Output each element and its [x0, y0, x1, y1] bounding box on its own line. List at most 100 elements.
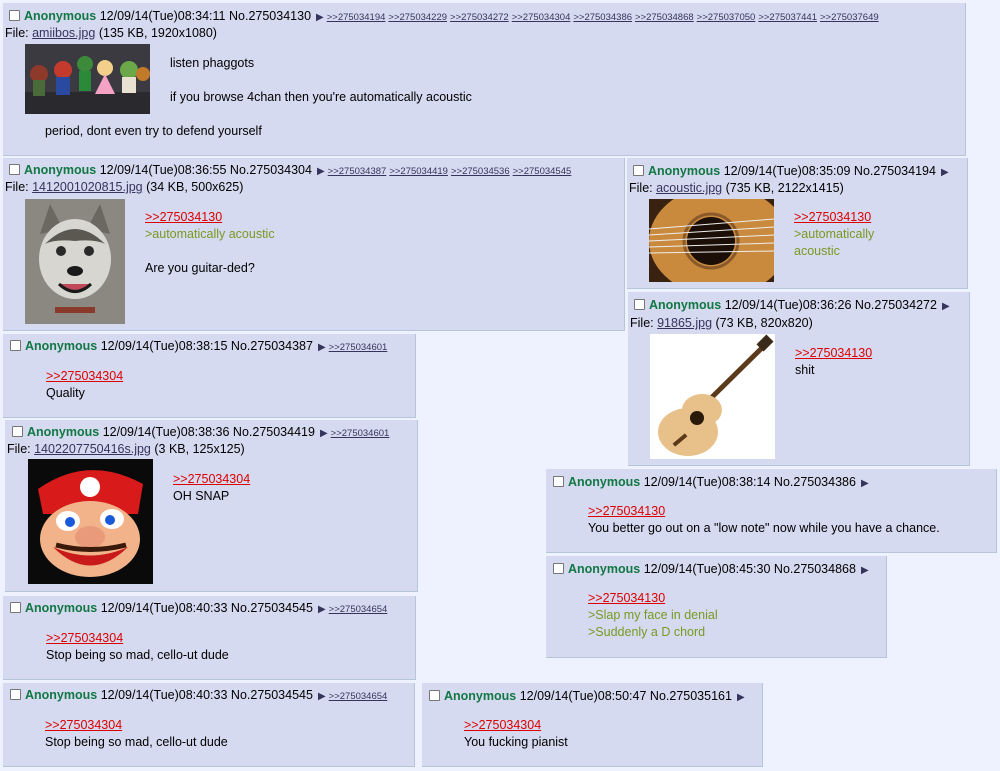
- post-datetime: 12/09/14(Tue)08:50:47: [519, 689, 647, 703]
- post-message: >>275034304 OH SNAP: [173, 471, 250, 505]
- message-line: Stop being so mad, cello-ut dude: [46, 648, 229, 662]
- backlink[interactable]: >>275034386: [573, 12, 632, 23]
- post-message: >>275034304 Quality: [46, 368, 123, 402]
- post-number[interactable]: No.275034419: [233, 425, 315, 439]
- post-menu-arrow-icon[interactable]: ▶: [316, 12, 324, 23]
- post-menu-arrow-icon[interactable]: ▶: [861, 565, 869, 576]
- backlink[interactable]: >>275037441: [758, 12, 817, 23]
- post-number[interactable]: No.275034545: [231, 688, 313, 702]
- post-checkbox[interactable]: [12, 426, 23, 437]
- post-header: Anonymous 12/09/14(Tue)08:35:09 No.27503…: [633, 163, 952, 181]
- post-checkbox[interactable]: [553, 563, 564, 574]
- backlink[interactable]: >>275034419: [389, 166, 448, 177]
- post-menu-arrow-icon[interactable]: ▶: [942, 301, 950, 312]
- post-datetime: 12/09/14(Tue)08:36:26: [724, 298, 852, 312]
- post-275034419: Anonymous 12/09/14(Tue)08:38:36 No.27503…: [5, 420, 418, 592]
- post-menu-arrow-icon[interactable]: ▶: [861, 478, 869, 489]
- post-datetime: 12/09/14(Tue)08:35:09: [723, 164, 851, 178]
- post-thumbnail-acoustic-guitar[interactable]: [649, 199, 774, 282]
- post-message: >>275034304 You fucking pianist: [464, 717, 568, 751]
- post-thumbnail-mario-face[interactable]: [28, 459, 153, 584]
- message-line: Stop being so mad, cello-ut dude: [45, 735, 228, 749]
- backlink[interactable]: >>275034601: [331, 428, 390, 439]
- post-number[interactable]: No.275034194: [854, 164, 936, 178]
- post-datetime: 12/09/14(Tue)08:40:33: [100, 601, 228, 615]
- post-header: Anonymous 12/09/14(Tue)08:40:33 No.27503…: [10, 687, 390, 705]
- file-link[interactable]: 1402207750416s.jpg: [34, 442, 151, 456]
- post-checkbox[interactable]: [10, 340, 21, 351]
- quote-link[interactable]: >>275034304: [173, 471, 250, 488]
- quote-link[interactable]: >>275034130: [588, 590, 718, 607]
- post-datetime: 12/09/14(Tue)08:36:55: [99, 163, 227, 177]
- post-message: >>275034130 >automatically acoustic Are …: [145, 209, 275, 277]
- post-checkbox[interactable]: [10, 689, 21, 700]
- post-datetime: 12/09/14(Tue)08:38:36: [102, 425, 230, 439]
- backlink[interactable]: >>275034194: [327, 12, 386, 23]
- post-menu-arrow-icon[interactable]: ▶: [941, 167, 949, 178]
- post-checkbox[interactable]: [553, 476, 564, 487]
- backlink[interactable]: >>275034304: [512, 12, 571, 23]
- post-number[interactable]: No.275034386: [774, 475, 856, 489]
- quote-link[interactable]: >>275034304: [46, 630, 229, 647]
- backlink[interactable]: >>275037649: [820, 12, 879, 23]
- post-275034386: Anonymous 12/09/14(Tue)08:38:14 No.27503…: [546, 469, 997, 553]
- post-checkbox[interactable]: [633, 165, 644, 176]
- post-message: >>275034304 Stop being so mad, cello-ut …: [45, 717, 228, 751]
- post-checkbox[interactable]: [429, 690, 440, 701]
- post-menu-arrow-icon[interactable]: ▶: [317, 166, 325, 177]
- message-line: shit: [795, 363, 815, 377]
- quote-link[interactable]: >>275034130: [145, 209, 275, 226]
- post-number[interactable]: No.275034304: [230, 163, 312, 177]
- post-menu-arrow-icon[interactable]: ▶: [737, 692, 745, 703]
- greentext-line: >automatically acoustic: [145, 227, 275, 241]
- backlink[interactable]: >>275037050: [697, 12, 756, 23]
- post-number[interactable]: No.275034130: [229, 9, 311, 23]
- post-menu-arrow-icon[interactable]: ▶: [320, 428, 328, 439]
- post-number[interactable]: No.275034272: [855, 298, 937, 312]
- backlink[interactable]: >>275034272: [450, 12, 509, 23]
- backlink[interactable]: >>275034387: [328, 166, 387, 177]
- post-thumbnail-amiibos[interactable]: [25, 44, 150, 114]
- post-header: Anonymous 12/09/14(Tue)08:40:33 No.27503…: [10, 600, 390, 618]
- file-link[interactable]: 91865.jpg: [657, 316, 712, 330]
- backlink[interactable]: >>275034536: [451, 166, 510, 177]
- greentext-line: >automatically: [794, 227, 875, 241]
- backlink[interactable]: >>275034868: [635, 12, 694, 23]
- quote-link[interactable]: >>275034130: [588, 503, 940, 520]
- greentext-line: acoustic: [794, 244, 840, 258]
- file-link[interactable]: amiibos.jpg: [32, 26, 95, 40]
- post-number[interactable]: No.275034387: [231, 339, 313, 353]
- poster-name: Anonymous: [27, 425, 100, 439]
- quote-link[interactable]: >>275034130: [795, 345, 872, 362]
- file-link[interactable]: acoustic.jpg: [656, 181, 722, 195]
- backlink[interactable]: >>275034654: [329, 691, 388, 702]
- post-checkbox[interactable]: [634, 299, 645, 310]
- quote-link[interactable]: >>275034130: [794, 209, 874, 226]
- post-header: Anonymous 12/09/14(Tue)08:50:47 No.27503…: [429, 688, 748, 706]
- file-link[interactable]: 1412001020815.jpg: [32, 180, 143, 194]
- quote-link[interactable]: >>275034304: [46, 368, 123, 385]
- backlink[interactable]: >>275034229: [388, 12, 447, 23]
- quote-link[interactable]: >>275034304: [45, 717, 228, 734]
- post-menu-arrow-icon[interactable]: ▶: [318, 604, 326, 615]
- backlink[interactable]: >>275034545: [513, 166, 572, 177]
- post-thumbnail-guitar[interactable]: [650, 334, 775, 459]
- backlink[interactable]: >>275034654: [329, 604, 388, 615]
- post-menu-arrow-icon[interactable]: ▶: [318, 691, 326, 702]
- backlink[interactable]: >>275034601: [329, 342, 388, 353]
- post-thumbnail-husky[interactable]: [25, 199, 125, 324]
- post-checkbox[interactable]: [9, 10, 20, 21]
- poster-name: Anonymous: [568, 475, 641, 489]
- post-275034130: Anonymous 12/09/14(Tue)08:34:11 No.27503…: [3, 3, 966, 156]
- message-line: if you browse 4chan then you're automati…: [170, 90, 472, 104]
- post-checkbox[interactable]: [9, 164, 20, 175]
- post-number[interactable]: No.275035161: [650, 689, 732, 703]
- post-header: Anonymous 12/09/14(Tue)08:38:15 No.27503…: [10, 338, 390, 356]
- poster-name: Anonymous: [568, 562, 641, 576]
- post-number[interactable]: No.275034545: [231, 601, 313, 615]
- post-number[interactable]: No.275034868: [774, 562, 856, 576]
- poster-name: Anonymous: [24, 163, 97, 177]
- post-menu-arrow-icon[interactable]: ▶: [318, 342, 326, 353]
- quote-link[interactable]: >>275034304: [464, 717, 568, 734]
- post-checkbox[interactable]: [10, 602, 21, 613]
